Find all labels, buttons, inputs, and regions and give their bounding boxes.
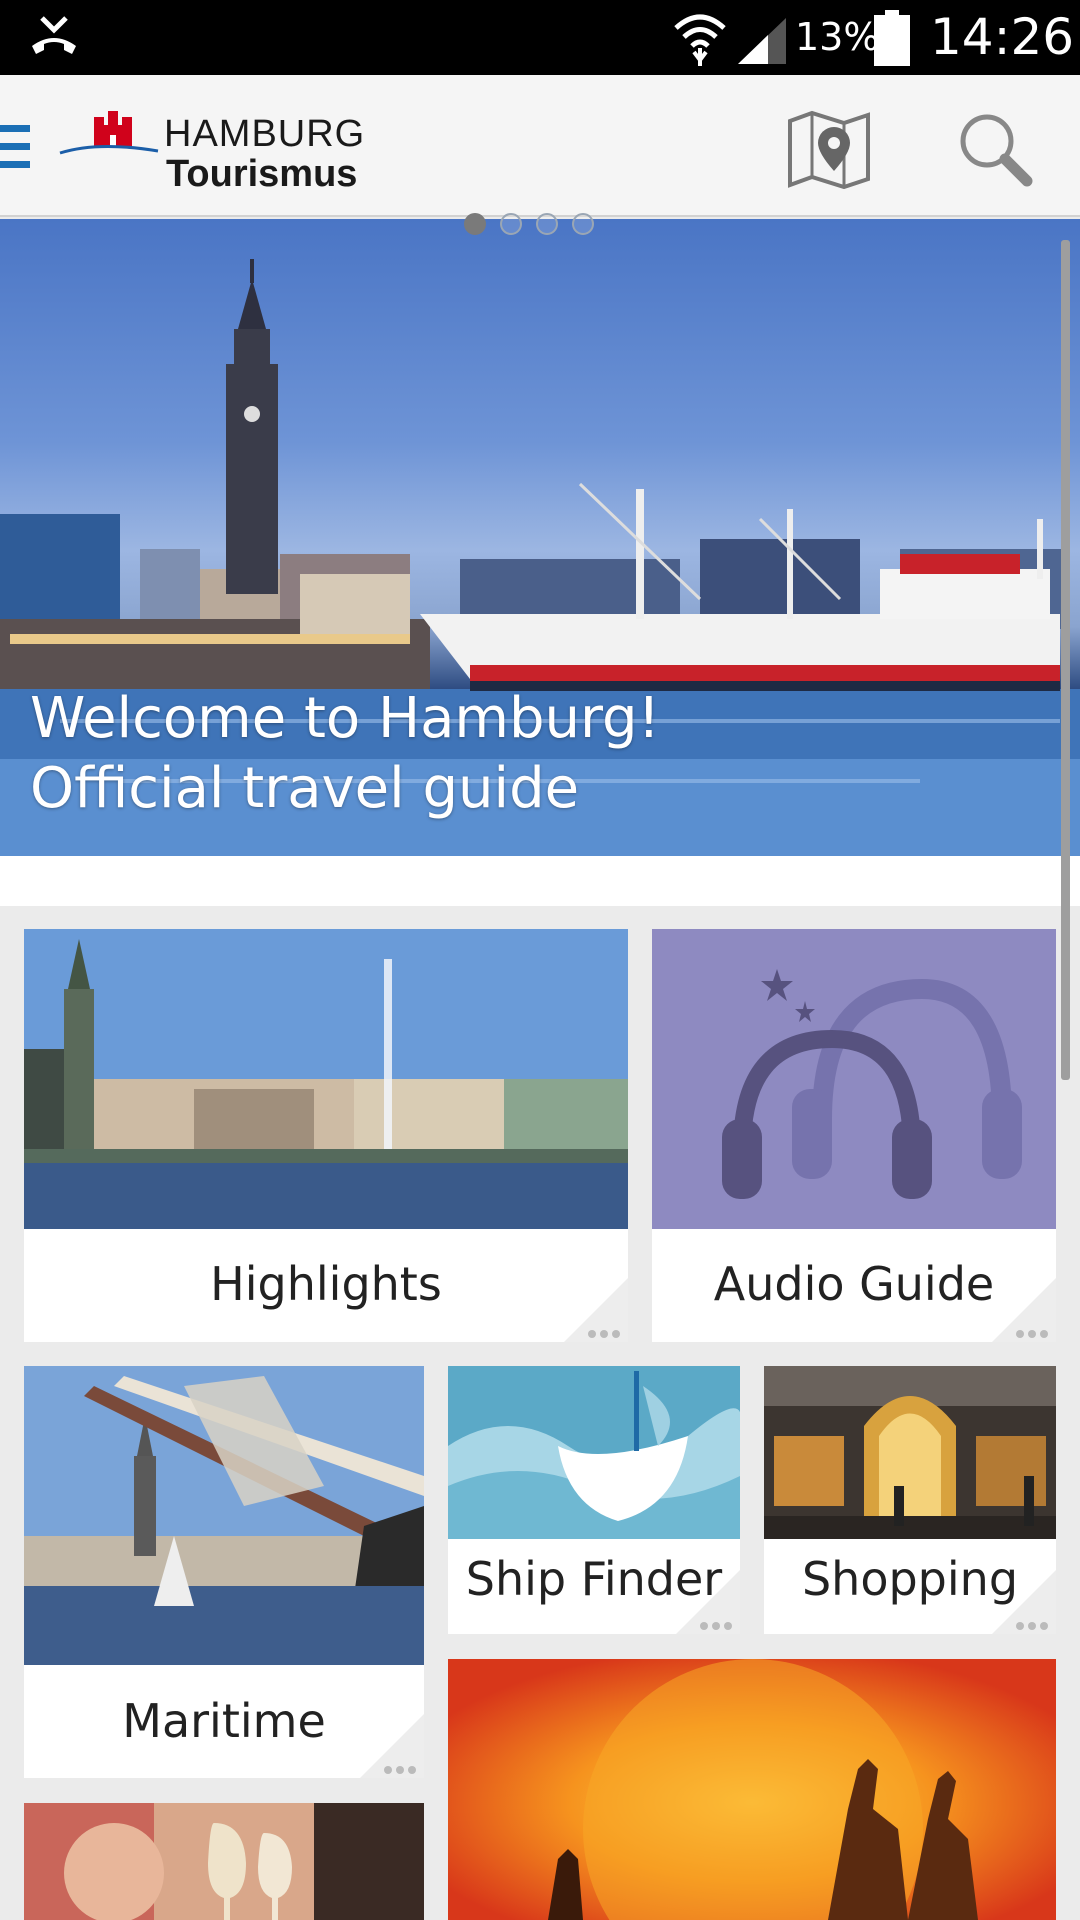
pager-dot[interactable]: [464, 213, 486, 235]
menu-icon[interactable]: [0, 123, 30, 176]
more-icon: [992, 1278, 1056, 1342]
battery-percent: 13%: [795, 15, 880, 59]
scrollbar[interactable]: [1061, 240, 1070, 1080]
shopping-image: [764, 1366, 1056, 1539]
dining-image: [24, 1803, 424, 1920]
brand-line2: Tourismus: [166, 153, 358, 195]
audio-guide-image: [652, 929, 1056, 1229]
map-button[interactable]: [786, 109, 872, 190]
tile-audio-guide[interactable]: Audio Guide: [652, 929, 1056, 1342]
pager-dot[interactable]: [500, 213, 522, 235]
tile-label: Highlights: [210, 1257, 442, 1311]
hero-caption-line2: Official travel guide: [30, 756, 580, 821]
tile-maritime[interactable]: Maritime: [24, 1366, 424, 1778]
more-icon: [564, 1278, 628, 1342]
more-icon: [676, 1570, 740, 1634]
clock: 14:26: [930, 8, 1075, 66]
tile-musical[interactable]: [448, 1659, 1056, 1920]
maritime-image: [24, 1366, 424, 1665]
pager-dot[interactable]: [572, 213, 594, 235]
hero-spacer: [0, 856, 1080, 906]
missed-call-icon: [28, 12, 80, 65]
wifi-icon: [672, 8, 728, 71]
tile-dining[interactable]: [24, 1803, 424, 1920]
brand-line1: HAMBURG: [164, 113, 366, 155]
tile-shopping[interactable]: Shopping: [764, 1366, 1056, 1634]
hero-caption-line1: Welcome to Hamburg!: [30, 686, 661, 751]
tile-highlights[interactable]: Highlights: [24, 929, 628, 1342]
hero-caption: Welcome to Hamburg! Official travel guid…: [30, 684, 660, 824]
hamburg-tourismus-logo[interactable]: HAMBURG Tourismus: [58, 105, 388, 195]
search-icon: [960, 114, 1033, 187]
boat-icon: [448, 1371, 740, 1539]
more-icon: [360, 1714, 424, 1778]
headphones-icon: [722, 969, 1022, 1199]
ship-finder-image: [448, 1366, 740, 1539]
battery-icon: [874, 10, 910, 71]
cell-signal-icon: [738, 18, 786, 69]
tile-ship-finder[interactable]: Ship Finder: [448, 1366, 740, 1634]
pager-dot[interactable]: [536, 213, 558, 235]
status-bar: 13% 14:26: [0, 0, 1080, 75]
hero-slideshow[interactable]: Welcome to Hamburg! Official travel guid…: [0, 219, 1080, 856]
musical-image: [448, 1659, 1056, 1920]
search-button[interactable]: [955, 109, 1035, 189]
hamburg-crest-icon: [58, 105, 162, 170]
more-icon: [992, 1570, 1056, 1634]
highlights-image: [24, 929, 628, 1229]
map-pin-icon: [788, 110, 870, 190]
app-bar: HAMBURG Tourismus: [0, 75, 1080, 217]
